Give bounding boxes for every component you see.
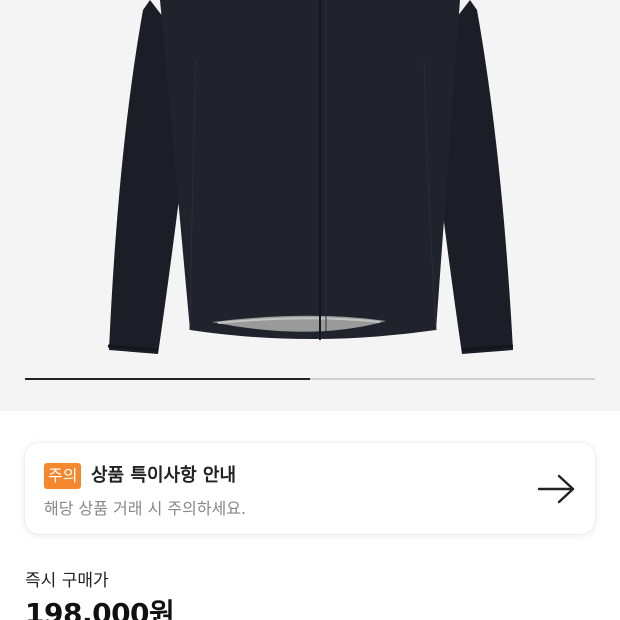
caution-badge: 주의 — [44, 463, 82, 489]
product-image-gallery[interactable] — [0, 0, 620, 411]
slide-progress-bar — [25, 378, 595, 380]
product-page: 주의 상품 특이사항 안내 해당 상품 거래 시 주의하세요. 즉시 구매가 1… — [0, 0, 620, 620]
product-image — [107, 0, 514, 354]
slide-progress-fill — [25, 378, 310, 380]
instant-buy-price-label: 즉시 구매가 — [25, 571, 109, 591]
instant-buy-price: 198,000원 — [25, 597, 175, 620]
notice-subtitle: 해당 상품 거래 시 주의하세요. — [44, 499, 247, 518]
arrow-right-icon[interactable] — [537, 473, 577, 505]
product-notice-card[interactable]: 주의 상품 특이사항 안내 해당 상품 거래 시 주의하세요. — [25, 443, 595, 534]
notice-title: 상품 특이사항 안내 — [91, 465, 237, 486]
